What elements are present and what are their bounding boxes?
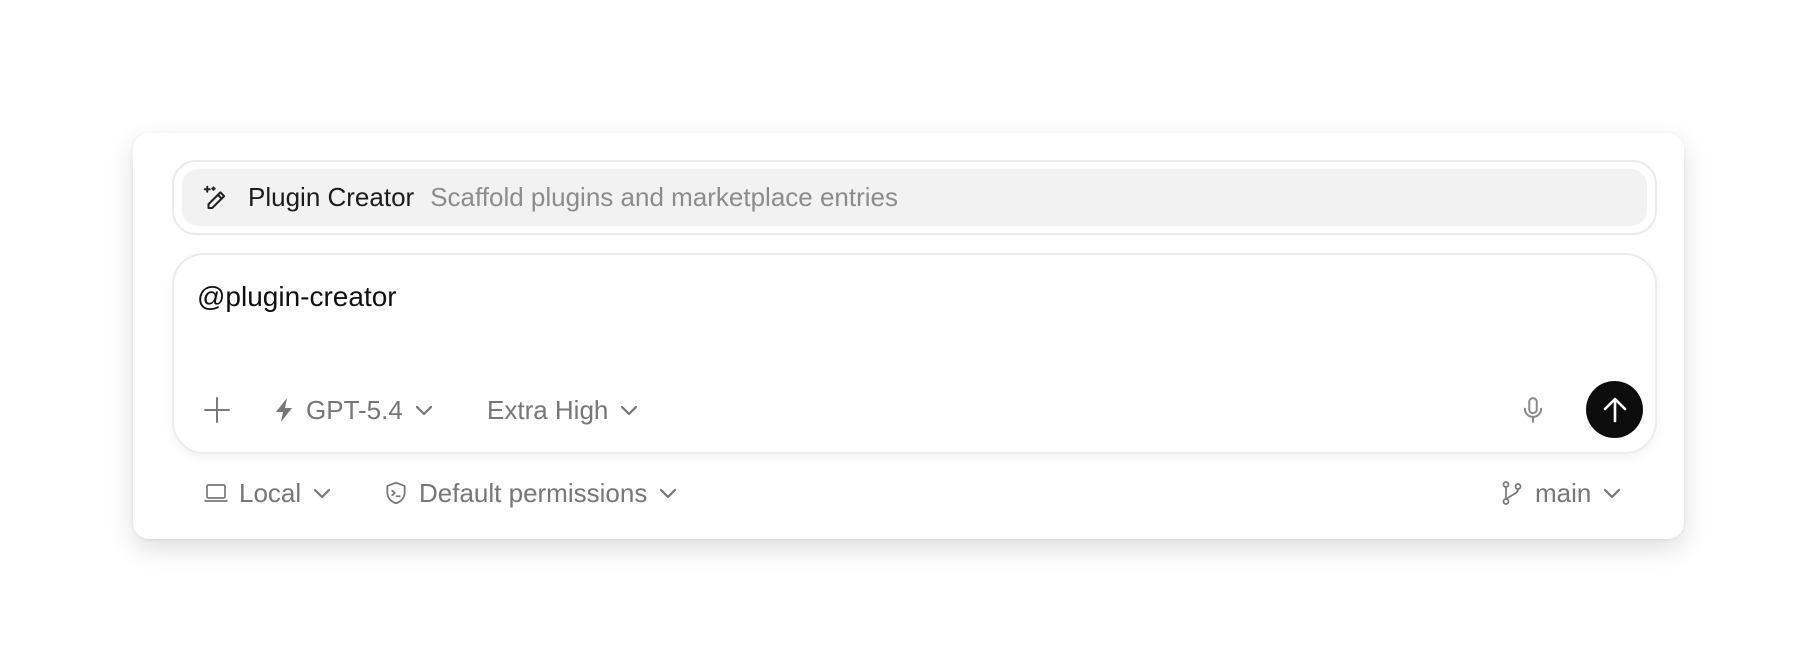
suggestion-description: Scaffold plugins and marketplace entries xyxy=(430,182,898,212)
chevron-down-icon xyxy=(660,488,677,499)
suggestion-item-plugin-creator[interactable]: Plugin Creator Scaffold plugins and mark… xyxy=(182,169,1647,226)
pencil-sparkle-icon xyxy=(201,183,231,213)
shield-terminal-icon xyxy=(383,480,409,506)
chevron-down-icon xyxy=(1604,488,1621,499)
arrow-up-icon xyxy=(1603,397,1626,422)
prompt-input[interactable]: @plugin-creator xyxy=(197,281,397,313)
suggestion-popup: Plugin Creator Scaffold plugins and mark… xyxy=(172,160,1657,235)
lightning-icon xyxy=(274,396,298,424)
message-composer: @plugin-creator GPT-5.4 Extra High xyxy=(172,253,1657,454)
branch-selector[interactable]: main xyxy=(1499,468,1621,518)
composer-card: Plugin Creator Scaffold plugins and mark… xyxy=(133,133,1684,539)
permissions-label: Default permissions xyxy=(419,477,648,508)
environment-label: Local xyxy=(239,477,302,508)
environment-selector[interactable]: Local xyxy=(203,468,331,518)
effort-label: Extra High xyxy=(487,394,609,425)
composer-footer: Local Default permissions main xyxy=(133,468,1684,518)
composer-toolbar: GPT-5.4 Extra High xyxy=(174,381,1655,439)
reasoning-effort-selector[interactable]: Extra High xyxy=(487,381,638,439)
laptop-icon xyxy=(203,480,229,506)
permissions-selector[interactable]: Default permissions xyxy=(383,468,677,518)
chevron-down-icon xyxy=(621,405,638,416)
branch-label: main xyxy=(1535,477,1592,508)
model-label: GPT-5.4 xyxy=(306,394,403,425)
chevron-down-icon xyxy=(415,405,432,416)
chevron-down-icon xyxy=(314,488,331,499)
add-attachment-button[interactable] xyxy=(202,395,232,425)
microphone-button[interactable] xyxy=(1518,395,1548,425)
model-selector[interactable]: GPT-5.4 xyxy=(274,381,433,439)
git-branch-icon xyxy=(1499,480,1525,506)
suggestion-title: Plugin Creator xyxy=(248,182,415,212)
send-button[interactable] xyxy=(1586,381,1643,438)
